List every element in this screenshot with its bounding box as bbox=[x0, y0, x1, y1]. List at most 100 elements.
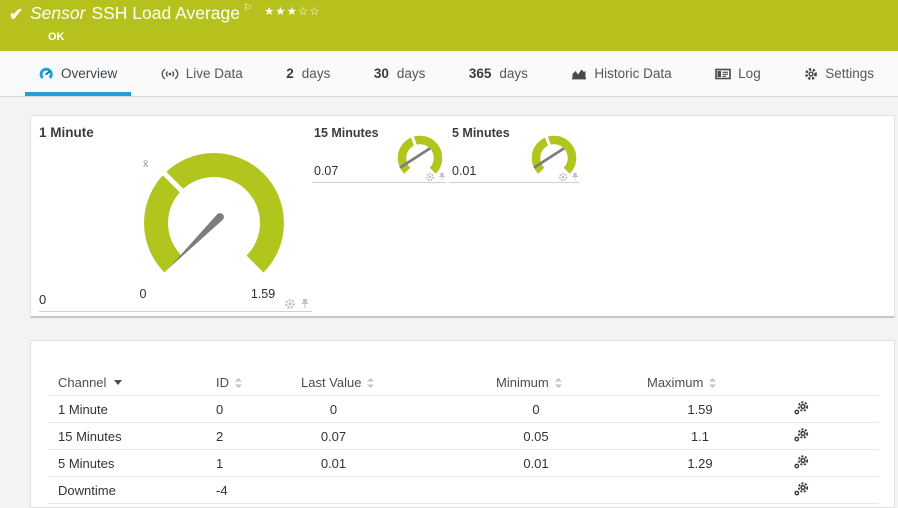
sensor-title-name: SSH Load Average bbox=[91, 3, 240, 23]
tab-value: 365 bbox=[468, 66, 492, 81]
status-badge: OK bbox=[48, 31, 65, 43]
table-row-15-minutes: 15 Minutes 2 0.07 0.05 1.1 bbox=[31, 423, 894, 450]
sensor-status-header: ✔ Sensor SSH Load Average ⚐ ★★★☆☆ OK bbox=[0, 0, 898, 51]
column-header-label: Maximum bbox=[647, 375, 704, 390]
gauges-panel: 1 Minute x̄ 0 1.59 0 15 Minutes 0.07 5 M… bbox=[30, 115, 895, 318]
table-row-downtime: Downtime -4 bbox=[31, 477, 894, 504]
edit-channel-button[interactable] bbox=[791, 482, 811, 499]
channel-maximum: 1.1 bbox=[690, 429, 710, 444]
tab-log[interactable]: Log bbox=[701, 51, 775, 96]
gauge-settings-gear-icon[interactable] bbox=[558, 172, 568, 182]
gear-icon bbox=[805, 67, 818, 80]
channel-name: 15 Minutes bbox=[58, 429, 122, 444]
channel-maximum: 1.29 bbox=[687, 456, 713, 471]
tab-value: 30 bbox=[373, 66, 389, 81]
channel-minimum: 0 bbox=[532, 402, 540, 417]
tab-label: days bbox=[396, 66, 426, 81]
column-header-channel[interactable]: Channel bbox=[58, 375, 123, 390]
column-header-label: Minimum bbox=[496, 375, 549, 390]
edit-channel-button[interactable] bbox=[791, 428, 811, 445]
tab-label: Live Data bbox=[185, 66, 243, 81]
column-header-label: Last Value bbox=[301, 375, 362, 390]
column-header-label: ID bbox=[216, 375, 229, 390]
gauge-pin-icon[interactable] bbox=[299, 298, 311, 310]
channel-id: 1 bbox=[216, 456, 224, 471]
channel-settings-icon bbox=[794, 455, 809, 469]
sort-icon bbox=[554, 377, 562, 388]
status-ok-check-icon: ✔ bbox=[9, 5, 24, 24]
gauge-current-value: 0 bbox=[39, 292, 47, 307]
divider bbox=[449, 182, 579, 183]
broadcast-icon bbox=[161, 68, 179, 79]
channel-id: -4 bbox=[216, 483, 228, 498]
gauge-current-value: 0.01 bbox=[452, 164, 477, 178]
channel-maximum: 1.59 bbox=[687, 402, 713, 417]
channel-last-value: 0.01 bbox=[320, 456, 347, 471]
priority-stars[interactable]: ★★★☆☆ bbox=[264, 6, 321, 18]
channel-last-value: 0.07 bbox=[320, 429, 347, 444]
gauge-pin-icon[interactable] bbox=[570, 172, 580, 182]
tab-label: Overview bbox=[61, 66, 118, 81]
channel-id: 2 bbox=[216, 429, 224, 444]
channel-name: 1 Minute bbox=[58, 402, 108, 417]
column-header-maximum[interactable]: Maximum bbox=[647, 375, 717, 390]
sensor-tab-bar: Overview Live Data 2 days 30 days 365 da… bbox=[0, 51, 898, 97]
area-chart-icon bbox=[572, 69, 587, 80]
tab-label: Log bbox=[738, 66, 761, 81]
gauge-pin-icon[interactable] bbox=[437, 172, 447, 182]
column-header-label: Channel bbox=[58, 375, 107, 390]
sort-icon bbox=[709, 377, 717, 388]
tab-historic-data[interactable]: Historic Data bbox=[557, 51, 685, 96]
flag-icon[interactable]: ⚐ bbox=[243, 3, 252, 14]
gauge-settings-gear-icon[interactable] bbox=[284, 298, 296, 310]
table-row-5-minutes: 5 Minutes 1 0.01 0.01 1.29 bbox=[31, 450, 894, 477]
channel-name: 5 Minutes bbox=[58, 456, 115, 471]
sort-icon bbox=[235, 377, 242, 388]
tab-value: 2 bbox=[286, 66, 294, 81]
tab-overview[interactable]: Overview bbox=[25, 51, 131, 96]
gauge-average-marker: x̄ bbox=[143, 158, 149, 170]
tab-live-data[interactable]: Live Data bbox=[147, 51, 257, 96]
gauge-title-15-minutes: 15 Minutes bbox=[314, 126, 379, 140]
channel-minimum: 0.01 bbox=[523, 456, 549, 471]
sensor-title: Sensor SSH Load Average ⚐ ★★★☆☆ bbox=[30, 3, 321, 24]
column-header-last-value[interactable]: Last Value bbox=[301, 375, 375, 390]
gauge-scale-min: 0 bbox=[139, 287, 147, 301]
tab-label: Historic Data bbox=[594, 66, 672, 81]
sort-desc-icon bbox=[114, 380, 123, 385]
tab-label: days bbox=[301, 66, 331, 81]
divider bbox=[39, 311, 312, 312]
gauge-title-5-minutes: 5 Minutes bbox=[452, 126, 510, 140]
edit-channel-button[interactable] bbox=[791, 455, 811, 472]
sort-icon bbox=[367, 377, 375, 388]
divider bbox=[312, 182, 446, 183]
log-icon bbox=[715, 68, 731, 79]
channels-table-panel: Channel ID Last Value Minimum Maximum 1 … bbox=[30, 340, 895, 508]
channel-last-value: 0 bbox=[329, 402, 338, 417]
gauge-current-value: 0.07 bbox=[314, 164, 339, 178]
table-header-row: Channel ID Last Value Minimum Maximum bbox=[31, 369, 894, 396]
gauge-icon bbox=[39, 67, 53, 79]
sensor-title-prefix: Sensor bbox=[30, 3, 86, 23]
tab-label: days bbox=[499, 66, 528, 81]
gauge-scale-max: 1.59 bbox=[250, 287, 276, 301]
tab-2-days[interactable]: 2 days bbox=[272, 51, 344, 96]
column-header-id[interactable]: ID bbox=[216, 375, 243, 390]
main-gauge-needle bbox=[169, 214, 223, 268]
edit-channel-button[interactable] bbox=[791, 401, 811, 418]
channel-minimum: 0.05 bbox=[523, 429, 549, 444]
gauge-settings-gear-icon[interactable] bbox=[425, 172, 435, 182]
column-header-minimum[interactable]: Minimum bbox=[496, 375, 563, 390]
tab-settings[interactable]: Settings bbox=[790, 51, 888, 96]
prtg-sensor-page: ✔ Sensor SSH Load Average ⚐ ★★★☆☆ OK Overvi… bbox=[0, 0, 898, 508]
tab-30-days[interactable]: 30 days bbox=[360, 51, 440, 96]
channel-id: 0 bbox=[216, 402, 224, 417]
tab-label: Settings bbox=[825, 66, 874, 81]
channel-name: Downtime bbox=[58, 483, 116, 498]
gauge-title-1-minute: 1 Minute bbox=[39, 125, 94, 140]
gauges-graphic bbox=[144, 135, 577, 273]
channel-settings-icon bbox=[794, 428, 809, 442]
channel-settings-icon bbox=[794, 482, 809, 496]
tab-365-days[interactable]: 365 days bbox=[455, 51, 542, 96]
table-row-1-minute: 1 Minute 0 0 0 1.59 bbox=[31, 396, 894, 423]
